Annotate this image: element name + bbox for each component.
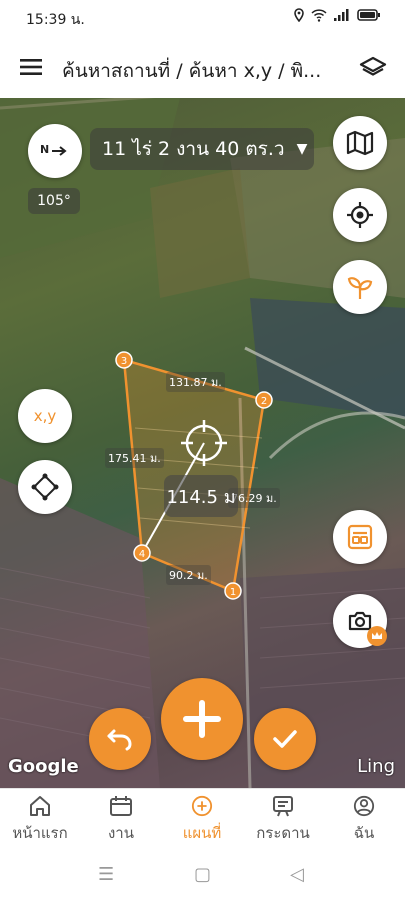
compass-arrow-icon: N bbox=[40, 143, 67, 156]
chevron-down-icon: ▼ bbox=[296, 141, 308, 157]
polygon-button[interactable] bbox=[18, 460, 72, 514]
wifi-icon bbox=[311, 9, 327, 22]
my-location-button[interactable] bbox=[333, 188, 387, 242]
vertex-label-3: 3 bbox=[121, 356, 127, 367]
edge-length-left: 175.41 ม. bbox=[105, 448, 164, 468]
nav-jobs-label: งาน bbox=[107, 824, 134, 842]
sprout-icon bbox=[347, 277, 373, 299]
area-text: 11 ไร่ 2 งาน 40 ตร.ว bbox=[102, 138, 285, 160]
locate-icon bbox=[347, 202, 373, 228]
status-time: 15:39 น. bbox=[26, 12, 85, 28]
ling-logo: Ling bbox=[357, 756, 395, 777]
home-icon bbox=[30, 796, 50, 816]
back-triangle-icon[interactable]: ◁ bbox=[290, 864, 304, 885]
vertex-label-2: 2 bbox=[261, 396, 267, 407]
svg-text:N: N bbox=[40, 143, 49, 156]
nav-map[interactable]: แผนที่ bbox=[162, 795, 242, 845]
plus-circle-icon bbox=[191, 795, 213, 817]
nav-me-label: ฉัน bbox=[353, 824, 375, 842]
status-bar: 15:39 น. bbox=[0, 0, 405, 36]
measure-distance: 114.5 ม bbox=[164, 475, 238, 517]
recent-apps-icon[interactable]: ☰ bbox=[98, 864, 114, 885]
nav-home[interactable]: หน้าแรก bbox=[0, 795, 80, 845]
polygon-icon bbox=[31, 473, 59, 501]
plus-icon bbox=[183, 700, 221, 738]
camera-button[interactable] bbox=[333, 594, 387, 648]
report-button[interactable] bbox=[333, 510, 387, 564]
signal-icon bbox=[334, 9, 349, 21]
hamburger-menu-icon[interactable] bbox=[20, 58, 42, 76]
vertex-label-1: 1 bbox=[230, 587, 236, 598]
nav-map-label: แผนที่ bbox=[182, 824, 222, 842]
map-icon bbox=[346, 130, 374, 156]
nav-jobs[interactable]: งาน bbox=[81, 795, 161, 845]
plant-button[interactable] bbox=[333, 260, 387, 314]
undo-button[interactable] bbox=[89, 708, 151, 770]
nav-board-label: กระดาน bbox=[256, 824, 310, 842]
vertex-label-4: 4 bbox=[139, 549, 145, 560]
check-icon bbox=[273, 730, 297, 748]
area-dropdown[interactable]: 11 ไร่ 2 งาน 40 ตร.ว ▼ bbox=[90, 128, 314, 170]
status-icons bbox=[293, 8, 381, 22]
system-nav-bar: ☰ ▢ ◁ bbox=[0, 850, 405, 900]
bottom-nav: หน้าแรก งาน แผนที่ กระดาน ฉัน bbox=[0, 788, 405, 851]
nav-board[interactable]: กระดาน bbox=[243, 795, 323, 845]
edge-length-bottom: 90.2 ม. bbox=[166, 565, 211, 585]
confirm-button[interactable] bbox=[254, 708, 316, 770]
compass-degree: 105° bbox=[28, 188, 80, 214]
compass-button[interactable]: N bbox=[28, 124, 82, 178]
xy-button[interactable]: x,y bbox=[18, 389, 72, 443]
calendar-icon bbox=[110, 796, 132, 816]
board-icon bbox=[273, 796, 293, 817]
layers-icon[interactable] bbox=[359, 56, 387, 80]
user-icon bbox=[353, 795, 375, 817]
report-icon bbox=[347, 524, 373, 550]
location-icon bbox=[294, 8, 304, 22]
undo-icon bbox=[107, 729, 132, 751]
edge-length-top: 131.87 ม. bbox=[166, 372, 225, 392]
page-title[interactable]: ค้นหาสถานที่ / ค้นหา x,y / พิ... bbox=[62, 56, 352, 86]
battery-icon bbox=[357, 9, 380, 21]
home-square-icon[interactable]: ▢ bbox=[194, 864, 211, 885]
map-type-button[interactable] bbox=[333, 116, 387, 170]
google-logo: Google bbox=[8, 756, 79, 777]
nav-home-label: หน้าแรก bbox=[12, 824, 68, 842]
nav-me[interactable]: ฉัน bbox=[324, 795, 404, 845]
crown-icon bbox=[367, 626, 387, 646]
app-header: ค้นหาสถานที่ / ค้นหา x,y / พิ... bbox=[0, 36, 405, 98]
add-point-button[interactable] bbox=[161, 678, 243, 760]
map-view[interactable]: 1 2 3 4 N 105° 11 ไร่ 2 งาน 40 ตร.ว ▼ x,… bbox=[0, 98, 405, 788]
